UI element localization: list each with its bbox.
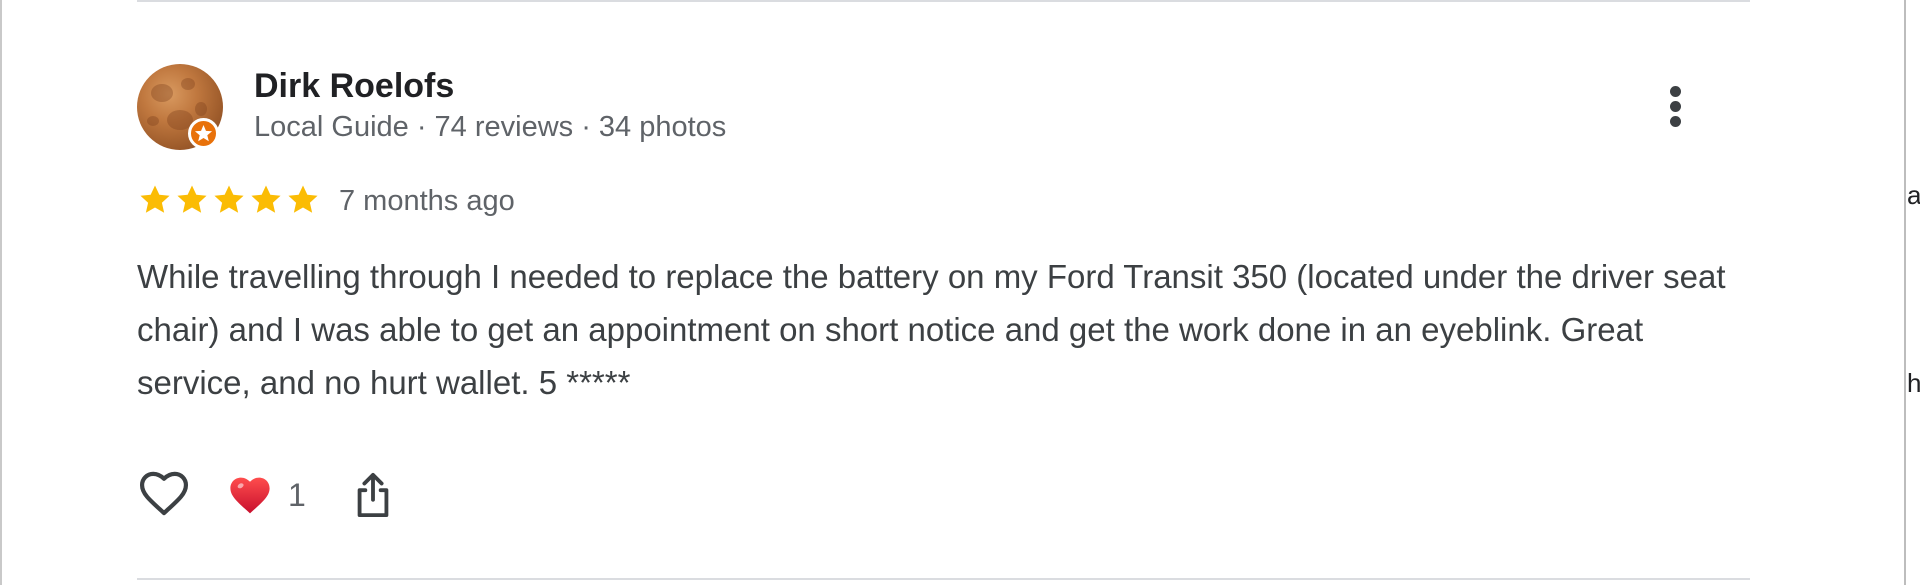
heart-outline-icon — [139, 471, 189, 516]
like-button[interactable] — [136, 465, 192, 521]
review-text: While travelling through I needed to rep… — [137, 258, 1726, 401]
review-date: 7 months ago — [339, 185, 515, 217]
background-window-edge: a h — [1904, 0, 1920, 585]
star-icon — [288, 185, 318, 213]
reviewer-name[interactable]: Dirk Roelofs — [254, 66, 454, 106]
star-icon — [177, 185, 207, 213]
share-button[interactable] — [350, 470, 396, 520]
top-divider — [137, 0, 1750, 2]
bottom-divider — [137, 578, 1750, 580]
background-text-fragment: h — [1907, 370, 1920, 396]
star-rating — [137, 182, 321, 218]
star-icon — [214, 185, 244, 213]
more-options-icon[interactable] — [1652, 82, 1700, 130]
local-guide-badge-icon — [188, 118, 219, 149]
window-left-edge — [0, 0, 2, 585]
background-text-fragment: a — [1907, 182, 1920, 208]
reaction-count: 1 — [288, 477, 306, 513]
heart-reaction-button[interactable]: 1 — [226, 470, 306, 520]
red-heart-emoji-icon — [230, 477, 270, 514]
star-icon — [140, 185, 170, 213]
reviewer-meta[interactable]: Local Guide · 74 reviews · 34 photos — [254, 109, 726, 145]
star-icon — [251, 185, 281, 213]
share-icon — [357, 472, 389, 518]
